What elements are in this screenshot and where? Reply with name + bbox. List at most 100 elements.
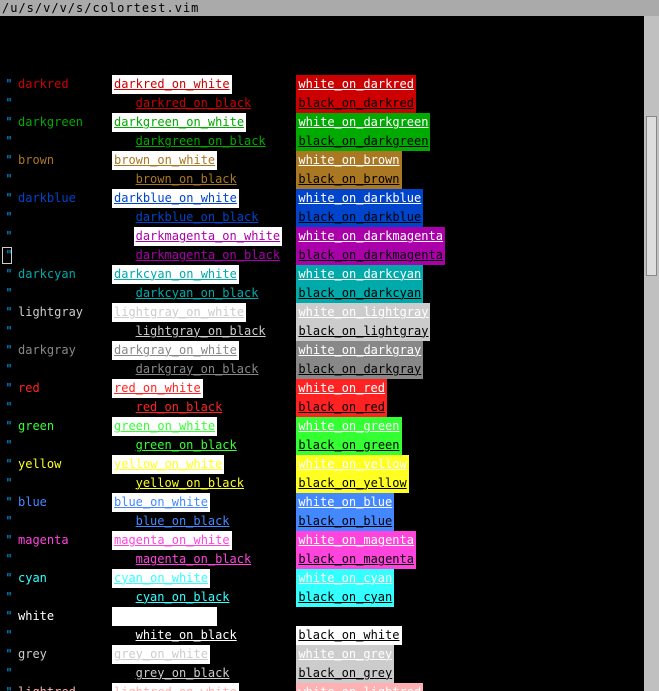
- comment-quote: ": [2, 436, 16, 455]
- editor-line: "lightredlightred_on_white white_on_light…: [2, 683, 659, 691]
- sample-fg: darkcyan_on_white: [112, 265, 239, 284]
- sample-fg: lightgray_on_black: [134, 322, 268, 341]
- sample-fg: cyan_on_black: [134, 588, 232, 607]
- sample-fg: darkmagenta_on_white: [134, 227, 283, 246]
- comment-quote: ": [2, 151, 16, 170]
- sample-fg: brown_on_black: [134, 170, 239, 189]
- sample-fg: yellow_on_black: [134, 474, 246, 493]
- editor-line: "darkcyandarkcyan_on_whitewhite_on_darkc…: [2, 265, 659, 284]
- sample-fg: darkred_on_black: [134, 94, 254, 113]
- sample-bg: white_on_darkmagenta: [296, 227, 445, 246]
- sample-bg: white_on_lightgray: [296, 303, 430, 322]
- color-name: red: [16, 379, 112, 398]
- color-name: white: [16, 607, 112, 626]
- sample-bg: black_on_darkblue: [296, 208, 423, 227]
- comment-quote: ": [2, 113, 16, 132]
- editor-line: "blueblue_on_whitewhite_on_blue: [2, 493, 659, 512]
- color-name: grey: [16, 645, 112, 664]
- color-name: cyan: [16, 569, 112, 588]
- sample-bg: black_on_cyan: [296, 588, 394, 607]
- color-name: darkgreen: [16, 113, 112, 132]
- color-name: green: [16, 417, 112, 436]
- sample-fg: red_on_black: [134, 398, 225, 417]
- scrollbar[interactable]: [644, 16, 659, 691]
- sample-fg: lightgray_on_white: [112, 303, 246, 322]
- comment-quote: ": [2, 341, 16, 360]
- sample-bg: black_on_white: [296, 626, 401, 645]
- sample-bg: black_on_lightgray: [296, 322, 430, 341]
- comment-quote: ": [2, 607, 16, 626]
- editor-line: "blue_on_blackblack_on_blue: [2, 512, 659, 531]
- sample-bg: white_on_cyan: [296, 569, 394, 588]
- color-name: darkcyan: [16, 265, 112, 284]
- sample-bg: black_on_darkmagenta: [296, 246, 445, 265]
- vim-window: /u/s/v/v/s/colortest.vim "darkreddarkred…: [0, 0, 659, 691]
- color-name: yellow: [16, 455, 112, 474]
- editor-line: " green_on_black black_on_green: [2, 436, 659, 455]
- color-name: brown: [16, 151, 112, 170]
- sample-fg: darkgreen_on_white: [112, 113, 246, 132]
- editor-line: "darkreddarkred_on_whitewhite_on_darkred: [2, 75, 659, 94]
- editor-line: "magenta_on_blackblack_on_magenta: [2, 550, 659, 569]
- color-name: lightred: [16, 683, 112, 691]
- editor-line: "cyancyan_on_whitewhite_on_cyan: [2, 569, 659, 588]
- comment-quote: ": [2, 322, 16, 341]
- sample-bg: white_on_green: [296, 417, 401, 436]
- editor-line: " cyan_on_black black_on_cyan: [2, 588, 659, 607]
- comment-quote: ": [2, 94, 16, 113]
- editor-line: "redred_on_whitewhite_on_red: [2, 379, 659, 398]
- titlebar: /u/s/v/v/s/colortest.vim: [0, 0, 659, 16]
- color-name: blue: [16, 493, 112, 512]
- sample-bg: black_on_magenta: [296, 550, 416, 569]
- comment-quote: ": [2, 683, 16, 691]
- editor-line: "red_on_blackblack_on_red: [2, 398, 659, 417]
- sample-fg: lightred_on_white: [112, 683, 239, 691]
- sample-fg: green_on_white: [112, 417, 217, 436]
- editor-line: "darkgreendarkgreen_on_white white_on_dar…: [2, 113, 659, 132]
- comment-quote: ": [2, 645, 16, 664]
- comment-quote: ": [2, 474, 16, 493]
- color-name: darkred: [16, 75, 112, 94]
- color-name: darkblue: [16, 189, 112, 208]
- sample-bg: black_on_darkred: [296, 94, 416, 113]
- sample-bg: white_on_yellow: [296, 455, 408, 474]
- sample-fg: blue_on_black: [134, 512, 232, 531]
- editor-line: "darkmagenta_on_blackblack_on_darkmagent…: [2, 246, 659, 265]
- sample-fg: darkblue_on_black: [134, 208, 261, 227]
- sample-bg: black_on_green: [296, 436, 401, 455]
- sample-bg: white_on_blue: [296, 493, 394, 512]
- sample-bg: black_on_darkgreen: [296, 132, 430, 151]
- comment-quote: ": [2, 75, 16, 94]
- color-name: darkgray: [16, 341, 112, 360]
- sample-bg: black_on_yellow: [296, 474, 408, 493]
- editor-area[interactable]: "darkreddarkred_on_whitewhite_on_darkred…: [0, 16, 659, 691]
- comment-quote: ": [2, 265, 16, 284]
- editor-line: "grey_on_blackblack_on_grey: [2, 664, 659, 683]
- sample-bg: black_on_grey: [296, 664, 394, 683]
- comment-quote: ": [2, 379, 16, 398]
- sample-bg: black_on_red: [296, 398, 387, 417]
- editor-line: " white_on_black black_on_white: [2, 626, 659, 645]
- sample-bg: white_on_lightred: [296, 683, 423, 691]
- editor-line: "greygrey_on_whitewhite_on_grey: [2, 645, 659, 664]
- comment-quote: ": [2, 170, 16, 189]
- comment-quote: ": [2, 588, 16, 607]
- editor-line: "darkbluedarkblue_on_whitewhite_on_darkb…: [2, 189, 659, 208]
- sample-fg: brown_on_white: [112, 151, 217, 170]
- comment-quote: ": [2, 303, 16, 322]
- editor-line: " lightgray_on_black black_on_lightgray: [2, 322, 659, 341]
- sample-fg: white_on_black: [134, 626, 239, 645]
- sample-bg: white_on_magenta: [296, 531, 416, 550]
- editor-line: " yellow_on_black black_on_yellow: [2, 474, 659, 493]
- editor-line: "magentamagenta_on_whitewhite_on_magenta: [2, 531, 659, 550]
- comment-quote: ": [2, 550, 16, 569]
- comment-quote: ": [2, 626, 16, 645]
- sample-fg: green_on_black: [134, 436, 239, 455]
- editor-line: "darkmagenta_on_whitewhite_on_darkmagent…: [2, 227, 659, 246]
- color-name: magenta: [16, 531, 112, 550]
- comment-quote: ": [2, 208, 16, 227]
- sample-bg: white_on_darkgreen: [296, 113, 430, 132]
- sample-bg: white_on_darkgray: [296, 341, 423, 360]
- editor-line: "lightgraylightgray_on_whitewhite_on_lig…: [2, 303, 659, 322]
- comment-quote: ": [2, 493, 16, 512]
